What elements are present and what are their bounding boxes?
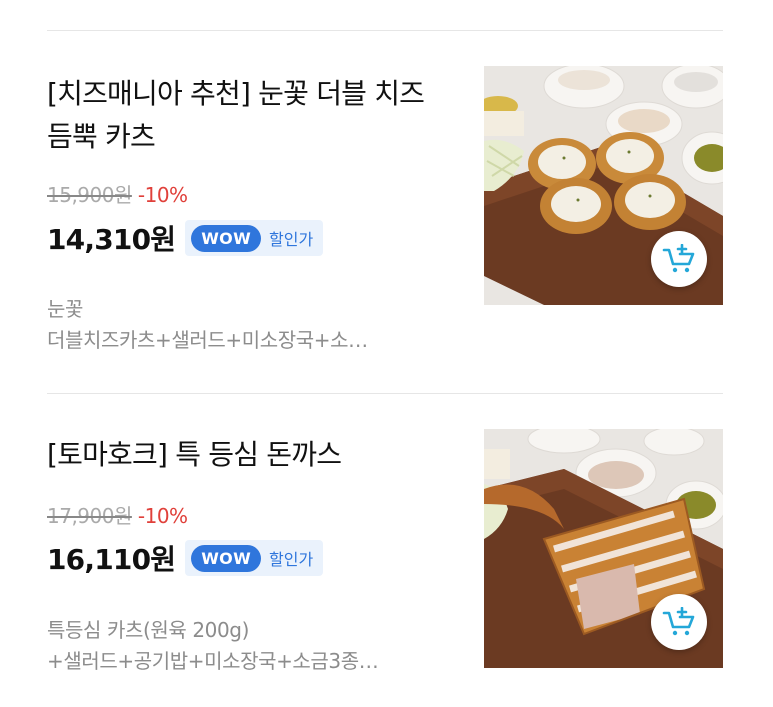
- product-description: 특등심 카츠(원육 200g) +샐러드+공기밥+미소장국+소금3종…: [47, 615, 447, 677]
- add-to-cart-icon: [662, 244, 695, 273]
- description-line-2: 더블치즈카츠+샐러드+미소장국+소…: [47, 328, 368, 352]
- add-to-cart-button[interactable]: [651, 594, 707, 650]
- wow-discount-badge: WOW 할인가: [185, 220, 324, 256]
- price-row: 15,900원 -10%: [47, 182, 188, 208]
- description-line-1: 특등심 카츠(원육 200g): [47, 618, 249, 642]
- discount-rate: -10%: [137, 504, 188, 528]
- add-to-cart-button[interactable]: [651, 231, 707, 287]
- original-price: 17,900원: [47, 504, 132, 528]
- product-card-tomahawk-katsu[interactable]: [토마호크] 특 등심 돈까스 17,900원 -10% 16,110원 WOW …: [47, 429, 723, 673]
- description-line-1: 눈꽃: [47, 297, 83, 321]
- sale-row: 16,110원 WOW 할인가: [47, 538, 324, 578]
- product-card-cheese-katsu[interactable]: [치즈매니아 추천] 눈꽃 더블 치즈 듬뿍 카츠 15,900원 -10% 14…: [47, 66, 723, 352]
- sale-row: 14,310원 WOW 할인가: [47, 218, 324, 258]
- sale-price: 16,110원: [47, 543, 176, 576]
- cheese-katsu-photo[interactable]: [484, 66, 723, 305]
- wow-label: WOW: [191, 224, 262, 252]
- product-title[interactable]: [치즈매니아 추천] 눈꽃 더블 치즈 듬뿍 카츠: [47, 72, 447, 158]
- sale-price: 14,310원: [47, 223, 176, 256]
- add-to-cart-icon: [662, 607, 695, 636]
- product-divider: [47, 393, 723, 394]
- top-divider: [47, 30, 723, 31]
- original-price: 15,900원: [47, 183, 132, 207]
- description-line-2: +샐러드+공기밥+미소장국+소금3종…: [47, 649, 379, 673]
- wow-label: WOW: [191, 544, 262, 572]
- wow-discount-text: 할인가: [269, 230, 314, 249]
- product-description: 눈꽃 더블치즈카츠+샐러드+미소장국+소…: [47, 294, 447, 356]
- wow-discount-badge: WOW 할인가: [185, 540, 324, 576]
- tomahawk-katsu-photo[interactable]: [484, 429, 723, 668]
- price-row: 17,900원 -10%: [47, 503, 188, 529]
- wow-discount-text: 할인가: [269, 550, 314, 569]
- discount-rate: -10%: [137, 183, 188, 207]
- product-title[interactable]: [토마호크] 특 등심 돈까스: [47, 433, 447, 476]
